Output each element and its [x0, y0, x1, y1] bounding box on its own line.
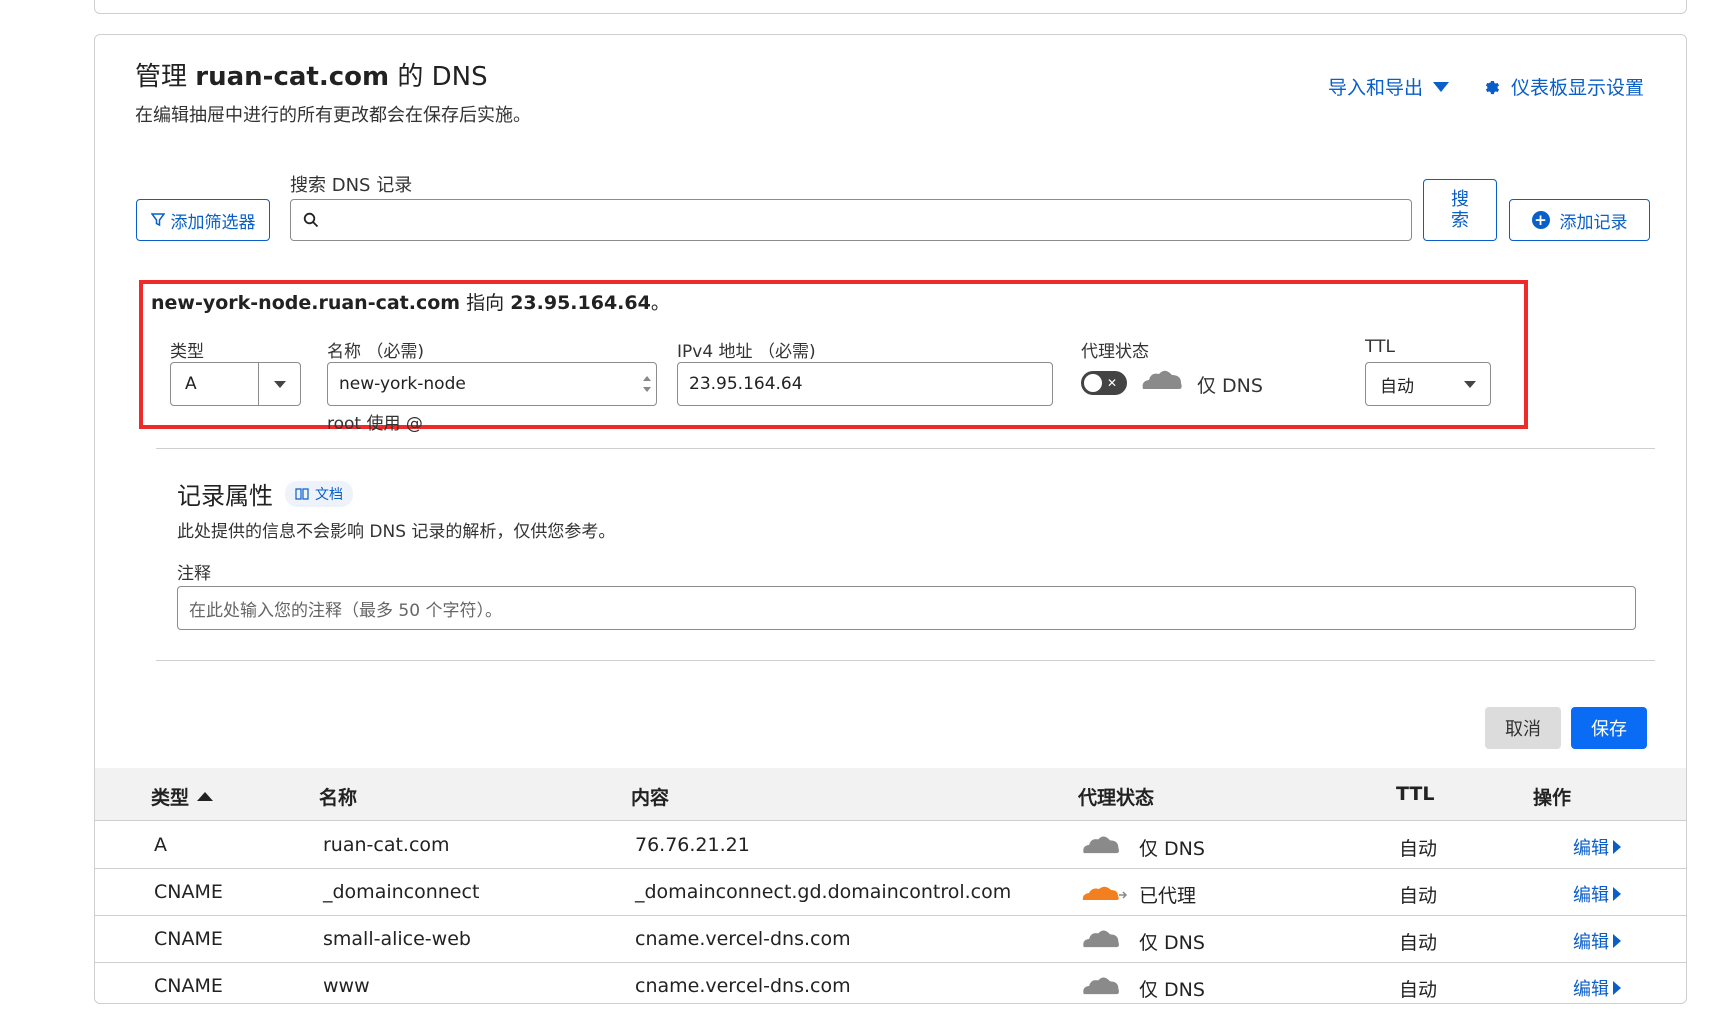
- page-title: 管理 ruan-cat.com 的 DNS: [135, 62, 488, 92]
- cell-name: _domainconnect: [323, 881, 480, 903]
- record-attributes-title: 记录属性 文档: [177, 476, 353, 511]
- plus-icon: +: [1531, 211, 1550, 229]
- sort-ascending-icon: [197, 792, 214, 801]
- chevron-right-icon: [1613, 934, 1621, 948]
- cell-type: CNAME: [154, 928, 223, 950]
- cell-content: _domainconnect.gd.domaincontrol.com: [635, 881, 1012, 903]
- close-icon: ✕: [1107, 376, 1118, 390]
- ttl-label: TTL: [1365, 337, 1395, 357]
- proxied-cloud-icon: [1082, 886, 1128, 900]
- type-label: 类型: [170, 342, 204, 362]
- search-input[interactable]: [329, 210, 1411, 230]
- chevron-right-icon: [1613, 887, 1621, 901]
- filter-icon: [150, 213, 165, 227]
- proxy-toggle[interactable]: ✕: [1081, 371, 1127, 395]
- edit-link[interactable]: 编辑: [1573, 834, 1621, 860]
- cell-ttl: 自动: [1399, 979, 1438, 1001]
- table-row: A ruan-cat.com 76.76.21.21 仅 DNS 自动 编辑: [95, 822, 1686, 869]
- note-field[interactable]: 在此处输入您的注释（最多 50 个字符）。: [177, 586, 1636, 630]
- name-spinner[interactable]: [638, 376, 656, 392]
- import-export-menu[interactable]: 导入和导出: [1328, 73, 1450, 100]
- table-row: CNAME _domainconnect _domainconnect.gd.d…: [95, 869, 1686, 916]
- divider: [156, 448, 1655, 449]
- chevron-right-icon: [1613, 981, 1621, 995]
- name-hint: root 使用 @: [327, 414, 423, 434]
- cell-ttl: 自动: [1399, 885, 1438, 907]
- docs-link[interactable]: 文档: [285, 480, 353, 507]
- record-attributes-subtitle: 此处提供的信息不会影响 DNS 记录的解析，仅供您参考。: [177, 522, 616, 542]
- edit-link[interactable]: 编辑: [1573, 975, 1621, 1001]
- table-row: CNAME www cname.vercel-dns.com 仅 DNS 自动 …: [95, 963, 1686, 1003]
- column-header-actions: 操作: [1533, 787, 1572, 809]
- ttl-select[interactable]: 自动: [1365, 362, 1491, 406]
- cell-ttl: 自动: [1399, 838, 1438, 860]
- type-select[interactable]: A: [170, 362, 301, 406]
- chevron-down-icon: [1464, 380, 1476, 388]
- cancel-button[interactable]: 取消: [1485, 707, 1561, 749]
- cell-content: 76.76.21.21: [635, 834, 750, 856]
- chevron-down-icon: [273, 380, 286, 388]
- proxy-status-text: 仅 DNS: [1197, 375, 1263, 397]
- cell-proxy: 仅 DNS: [1139, 838, 1205, 860]
- cell-type: A: [154, 834, 167, 856]
- cell-type: CNAME: [154, 975, 223, 997]
- add-filter-button[interactable]: 添加筛选器: [136, 199, 270, 241]
- column-header-content[interactable]: 内容: [631, 783, 669, 810]
- cloud-icon: [1083, 977, 1119, 995]
- cell-proxy: 仅 DNS: [1139, 979, 1205, 1001]
- chevron-down-icon: [1433, 81, 1450, 92]
- edit-link[interactable]: 编辑: [1573, 928, 1621, 954]
- cell-content: cname.vercel-dns.com: [635, 975, 851, 997]
- cell-proxy: 已代理: [1139, 885, 1197, 907]
- save-button[interactable]: 保存: [1571, 707, 1647, 749]
- name-field[interactable]: new-york-node: [327, 362, 657, 406]
- search-field[interactable]: [290, 199, 1412, 241]
- search-label: 搜索 DNS 记录: [290, 175, 413, 196]
- cloud-icon: [1083, 836, 1119, 854]
- dashboard-settings-link[interactable]: 仪表板显示设置: [1483, 73, 1644, 100]
- cell-type: CNAME: [154, 881, 223, 903]
- cell-ttl: 自动: [1399, 932, 1438, 954]
- type-dropdown-toggle[interactable]: [258, 363, 300, 405]
- column-header-type[interactable]: 类型: [151, 783, 214, 810]
- chevron-right-icon: [1613, 840, 1621, 854]
- domain-name: ruan-cat.com: [195, 62, 390, 92]
- cell-name: small-alice-web: [323, 928, 471, 950]
- cell-name: www: [323, 975, 370, 997]
- table-header: 类型 名称 内容 代理状态 TTL 操作: [95, 768, 1686, 821]
- previous-card: [94, 0, 1687, 14]
- record-summary: new-york-node.ruan-cat.com 指向 23.95.164.…: [151, 292, 670, 314]
- cell-proxy: 仅 DNS: [1139, 932, 1205, 954]
- column-header-proxy[interactable]: 代理状态: [1078, 783, 1154, 810]
- table-row: CNAME small-alice-web cname.vercel-dns.c…: [95, 916, 1686, 963]
- cloud-icon: [1083, 930, 1119, 948]
- edit-link[interactable]: 编辑: [1573, 881, 1621, 907]
- ipv4-label: IPv4 地址 （必需): [677, 342, 816, 362]
- add-record-button[interactable]: + 添加记录: [1509, 199, 1650, 241]
- cell-name: ruan-cat.com: [323, 834, 450, 856]
- note-label: 注释: [177, 564, 211, 584]
- page-subtitle: 在编辑抽屉中进行的所有更改都会在保存后实施。: [135, 105, 531, 126]
- gear-icon: [1485, 80, 1500, 94]
- search-button[interactable]: 搜索: [1423, 179, 1497, 241]
- search-icon: [303, 212, 319, 228]
- ipv4-field[interactable]: 23.95.164.64: [677, 362, 1053, 406]
- divider: [156, 660, 1655, 661]
- book-icon: [295, 487, 309, 500]
- name-label: 名称 （必需): [327, 342, 425, 362]
- column-header-ttl[interactable]: TTL: [1396, 783, 1434, 805]
- column-header-name[interactable]: 名称: [319, 783, 357, 810]
- cloud-icon: [1142, 370, 1182, 389]
- proxy-label: 代理状态: [1081, 342, 1149, 362]
- cell-content: cname.vercel-dns.com: [635, 928, 851, 950]
- dns-management-card: 管理 ruan-cat.com 的 DNS 在编辑抽屉中进行的所有更改都会在保存…: [94, 34, 1687, 1004]
